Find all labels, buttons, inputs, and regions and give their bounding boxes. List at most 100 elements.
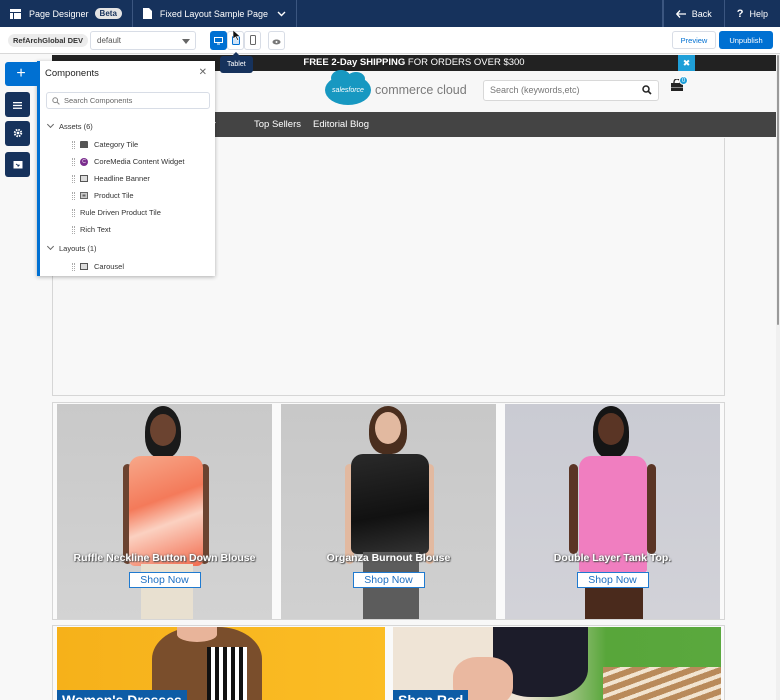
panel-title: Components (45, 68, 99, 79)
chevron-down-icon (46, 120, 55, 129)
nav-item-top-sellers[interactable]: Top Sellers (254, 119, 301, 130)
header-spacer (297, 0, 663, 27)
image-detail (150, 414, 176, 446)
component-item-rich-text[interactable]: Rich Text (72, 225, 111, 234)
component-item-category-tile[interactable]: Category Tile (72, 140, 138, 149)
image-detail (569, 464, 578, 554)
category-banner[interactable]: Shop Red (393, 627, 721, 700)
group-label: Layouts (1) (59, 244, 97, 253)
locale-value: default (97, 36, 122, 45)
help-button[interactable]: ? Help (723, 0, 780, 27)
scrollbar-thumb[interactable] (777, 55, 779, 325)
product-tile[interactable]: Organza Burnout Blouse Shop Now (281, 404, 496, 619)
component-label: Headline Banner (94, 174, 150, 183)
page-selector[interactable]: Fixed Layout Sample Page (133, 0, 297, 27)
arrow-left-icon (675, 9, 686, 18)
editor-toolbar: RefArchGlobal DEV default (0, 27, 780, 54)
drag-handle-icon[interactable] (72, 174, 75, 183)
category-banner[interactable]: Women's Dresses (57, 627, 385, 700)
search-icon (52, 97, 60, 107)
image-detail (129, 456, 203, 566)
drag-handle-icon[interactable] (72, 225, 75, 234)
preview-toggle-button[interactable] (268, 31, 285, 50)
canvas-scrollbar[interactable] (776, 55, 780, 700)
image-detail (351, 454, 429, 554)
banner-image-detail (207, 647, 247, 700)
drag-handle-icon[interactable] (72, 191, 75, 200)
component-item-product-tile[interactable]: Product Tile (72, 191, 134, 200)
search-icon[interactable] (642, 85, 652, 97)
desktop-view-button[interactable] (210, 31, 227, 50)
component-label: Rule Driven Product Tile (80, 208, 161, 217)
shop-now-button[interactable]: Shop Now (128, 572, 201, 588)
locale-select[interactable]: default (90, 31, 196, 50)
product-title: Ruffle Neckline Button Down Blouse (73, 552, 256, 564)
component-label: Product Tile (94, 191, 134, 200)
product-tiles-region: Ruffle Neckline Button Down Blouse Shop … (52, 402, 725, 620)
component-search-input[interactable]: Search Components (46, 92, 210, 109)
promo-bold-text: FREE 2-Day SHIPPING (303, 57, 406, 68)
unpublish-button[interactable]: Unpublish (719, 31, 773, 49)
shop-now-button[interactable]: Shop Now (576, 572, 649, 588)
banner-image-detail (603, 667, 721, 700)
promo-close-button[interactable]: ✖ (678, 55, 695, 71)
mobile-view-button[interactable] (244, 31, 261, 50)
logo-cloud-text: salesforce (332, 86, 364, 94)
preview-button[interactable]: Preview (672, 31, 716, 49)
component-label: Category Tile (94, 140, 139, 149)
components-panel: Components ✕ Search Components Assets (6… (37, 61, 215, 276)
component-label: CoreMedia Content Widget (94, 157, 185, 166)
shop-now-button[interactable]: Shop Now (352, 572, 425, 588)
cart-count-badge: 0 (679, 76, 688, 85)
page-designer-icon (10, 8, 21, 19)
add-component-button[interactable]: + (5, 62, 37, 86)
component-search-placeholder: Search Components (64, 96, 133, 105)
salesforce-cloud-logo: salesforce (325, 70, 371, 105)
product-title: Organza Burnout Blouse (326, 552, 451, 564)
help-label: Help (749, 8, 768, 19)
drag-handle-icon[interactable] (72, 140, 75, 149)
page-properties-button[interactable] (5, 152, 30, 177)
folder-icon (80, 141, 88, 148)
tablet-tooltip: Tablet (220, 52, 253, 73)
group-assets[interactable]: Assets (6) (46, 120, 93, 131)
product-title: Double Layer Tank Top. (553, 552, 672, 564)
app-title[interactable]: Page Designer Beta (0, 0, 133, 27)
image-detail (375, 412, 401, 444)
banner-image-detail (177, 627, 217, 642)
drag-handle-icon[interactable] (72, 262, 75, 271)
cart-button[interactable]: 0 (670, 76, 688, 95)
mobile-icon (249, 34, 256, 48)
chevron-down-icon (46, 242, 55, 251)
gear-icon (13, 127, 23, 141)
close-icon[interactable]: ✕ (199, 67, 207, 78)
back-button[interactable]: Back (662, 0, 724, 27)
list-icon (13, 98, 22, 112)
plus-icon: + (16, 65, 26, 82)
group-layouts[interactable]: Layouts (1) (46, 242, 97, 253)
component-item-rule-driven-product-tile[interactable]: Rule Driven Product Tile (72, 208, 161, 217)
close-icon: ✖ (682, 57, 691, 68)
component-list-button[interactable] (5, 92, 30, 117)
component-item-carousel[interactable]: Carousel (72, 262, 124, 271)
drag-handle-icon[interactable] (72, 157, 75, 166)
group-label: Assets (6) (59, 122, 93, 131)
product-icon (80, 192, 88, 199)
beta-badge: Beta (94, 8, 122, 19)
app-header: Page Designer Beta Fixed Layout Sample P… (0, 0, 780, 27)
store-logo[interactable]: salesforce commerce cloud (325, 70, 467, 105)
image-icon (80, 175, 88, 182)
logo-text: commerce cloud (375, 83, 467, 97)
drag-handle-icon[interactable] (72, 208, 75, 217)
eye-icon (272, 34, 281, 48)
nav-item-editorial-blog[interactable]: Editorial Blog (313, 119, 369, 130)
category-banners-region: Women's Dresses Shop Red (52, 625, 725, 700)
store-search-input[interactable]: Search (keywords,etc) (483, 80, 659, 101)
product-tile[interactable]: Ruffle Neckline Button Down Blouse Shop … (57, 404, 272, 619)
component-item-coremedia-content-widget[interactable]: C CoreMedia Content Widget (72, 157, 184, 166)
settings-button[interactable] (5, 121, 30, 146)
component-item-headline-banner[interactable]: Headline Banner (72, 174, 150, 183)
product-tile[interactable]: Double Layer Tank Top. Shop Now (505, 404, 720, 619)
folder-icon (13, 158, 23, 172)
banner-label: Women's Dresses (57, 690, 187, 700)
